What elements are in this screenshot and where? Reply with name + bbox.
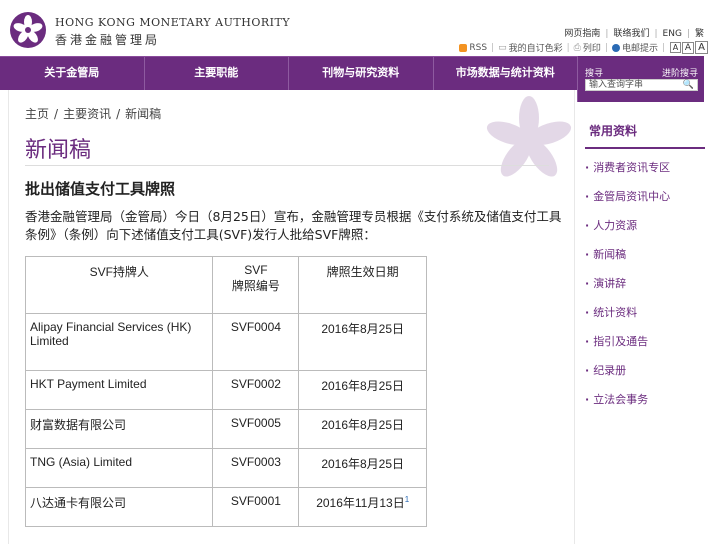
article-intro: 香港金融管理局（金管局）今日（8月25日）宣布，金融管理专员根据《支付系统及储值… bbox=[25, 209, 562, 242]
date-cell: 2016年8月25日 bbox=[298, 313, 427, 371]
date-cell: 2016年11月13日1 bbox=[298, 487, 427, 527]
site-guide-link[interactable]: 网页指南 bbox=[564, 29, 600, 39]
sidebar: 常用资料 · 消费者资讯专区 · 金管局资讯中心 · 人力资源 · 新闻稿 · 演讲辞 ·… bbox=[585, 102, 705, 422]
sidebar-item-human-resources[interactable]: · 人力资源 bbox=[585, 219, 705, 248]
english-link[interactable]: ENG bbox=[663, 29, 682, 39]
sidebar-item-label: 金管局资讯中心 bbox=[593, 190, 671, 203]
license-cell: SVF0004 bbox=[212, 313, 300, 371]
font-size-medium-button[interactable]: A bbox=[682, 41, 694, 54]
sidebar-item-label: 指引及通告 bbox=[593, 335, 649, 348]
sidebar-item-label: 纪录册 bbox=[593, 364, 627, 377]
sidebar-item-legco[interactable]: · 立法会事务 bbox=[585, 393, 705, 422]
holder-cell: 财富数据有限公司 bbox=[24, 409, 214, 449]
license-cell: SVF0005 bbox=[212, 409, 300, 449]
site-header: HONG KONG MONETARY AUTHORITY 香港金融管理局 网页指… bbox=[0, 0, 720, 56]
sidebar-item-label: 人力资源 bbox=[593, 219, 638, 232]
sidebar-item-label: 新闻稿 bbox=[593, 248, 627, 261]
article-title: 批出储值支付工具牌照 bbox=[25, 180, 176, 198]
top-links: 网页指南 | 联络我们 | ENG | 繁 bbox=[564, 29, 704, 39]
footnote-link[interactable]: 1 bbox=[405, 495, 409, 504]
brand-name-en: HONG KONG MONETARY AUTHORITY bbox=[55, 16, 291, 29]
sidebar-item-speeches[interactable]: · 演讲辞 bbox=[585, 277, 705, 306]
date-cell: 2016年8月25日 bbox=[298, 370, 427, 410]
page-title: 新闻稿 bbox=[25, 138, 92, 163]
nav-market-data[interactable]: 市场数据与统计资料 bbox=[434, 57, 578, 90]
holder-cell: TNG (Asia) Limited bbox=[24, 448, 214, 488]
title-divider bbox=[25, 165, 549, 166]
print-link[interactable]: 列印 bbox=[583, 41, 601, 54]
utility-row: RSS | ▭ 我的自订色彩 | ⎙ 列印 | 电邮提示 | A A A bbox=[459, 41, 708, 54]
nav-about[interactable]: 关于金管局 bbox=[0, 57, 145, 90]
sidebar-list: · 消费者资讯专区 · 金管局资讯中心 · 人力资源 · 新闻稿 · 演讲辞 · 统计资料 … bbox=[585, 149, 705, 422]
holder-cell: HKT Payment Limited bbox=[24, 370, 214, 410]
sidebar-item-press-releases[interactable]: · 新闻稿 bbox=[585, 248, 705, 277]
hkma-logo[interactable] bbox=[10, 12, 46, 48]
table-header-license: SVF 牌照编号 bbox=[212, 256, 300, 314]
license-cell: SVF0001 bbox=[212, 487, 300, 527]
breadcrumb-key-info[interactable]: 主要资讯 bbox=[63, 107, 111, 121]
table-header-date: 牌照生效日期 bbox=[298, 256, 427, 314]
license-cell: SVF0003 bbox=[212, 448, 300, 488]
search-panel: 搜寻 进阶搜寻 输入查询字串 🔍 bbox=[577, 56, 704, 102]
brand-name-zh: 香港金融管理局 bbox=[55, 33, 161, 47]
date-text: 2016年11月13日 bbox=[316, 496, 405, 510]
sidebar-item-label: 演讲辞 bbox=[593, 277, 627, 290]
bauhinia-watermark-icon bbox=[486, 96, 572, 177]
sidebar-item-label: 消费者资讯专区 bbox=[593, 161, 671, 174]
email-alert-link[interactable]: 电邮提示 bbox=[622, 41, 658, 54]
table-row: TNG (Asia) Limited SVF0003 2016年8月25日 bbox=[24, 448, 427, 488]
svf-license-table: SVF持牌人 SVF 牌照编号 牌照生效日期 Alipay Financial … bbox=[24, 256, 427, 527]
sidebar-item-registers[interactable]: · 纪录册 bbox=[585, 364, 705, 393]
table-row: HKT Payment Limited SVF0002 2016年8月25日 bbox=[24, 370, 427, 410]
sidebar-title: 常用资料 bbox=[585, 122, 705, 149]
holder-cell: Alipay Financial Services (HK) Limited bbox=[24, 313, 214, 371]
sidebar-item-info-centre[interactable]: · 金管局资讯中心 bbox=[585, 190, 705, 219]
nav-publications[interactable]: 刊物与研究资料 bbox=[289, 57, 434, 90]
main-content: 主页 / 主要资讯 / 新闻稿 新闻稿 批出储值支付工具牌照 香港金融管理局（金管局）今… bbox=[8, 90, 575, 544]
search-icon[interactable]: 🔍 bbox=[683, 80, 694, 90]
contact-us-link[interactable]: 联络我们 bbox=[613, 29, 649, 39]
holder-cell: 八达通卡有限公司 bbox=[24, 487, 214, 527]
advanced-search-link[interactable]: 进阶搜寻 bbox=[662, 66, 698, 79]
date-cell: 2016年8月25日 bbox=[298, 448, 427, 488]
breadcrumb-press-releases: 新闻稿 bbox=[125, 107, 162, 121]
license-cell: SVF0002 bbox=[212, 370, 300, 410]
custom-colors-link[interactable]: 我的自订色彩 bbox=[509, 41, 563, 54]
search-input[interactable]: 输入查询字串 bbox=[585, 79, 698, 91]
breadcrumb-home[interactable]: 主页 bbox=[25, 107, 49, 121]
email-alert-icon bbox=[611, 43, 620, 52]
breadcrumb: 主页 / 主要资讯 / 新闻稿 bbox=[25, 107, 162, 121]
print-icon: ⎙ bbox=[573, 42, 581, 53]
sidebar-item-consumer-corner[interactable]: · 消费者资讯专区 bbox=[585, 161, 705, 190]
table-row: 八达通卡有限公司 SVF0001 2016年11月13日1 bbox=[24, 487, 427, 527]
traditional-chinese-link[interactable]: 繁 bbox=[695, 29, 704, 39]
sidebar-item-statistics[interactable]: · 统计资料 bbox=[585, 306, 705, 335]
main-nav: 关于金管局 主要职能 刊物与研究资料 市场数据与统计资料 bbox=[0, 56, 577, 90]
table-row: Alipay Financial Services (HK) Limited S… bbox=[24, 313, 427, 371]
font-size-large-button[interactable]: A bbox=[695, 41, 708, 54]
date-cell: 2016年8月25日 bbox=[298, 409, 427, 449]
sidebar-item-label: 立法会事务 bbox=[593, 393, 649, 406]
table-row: 财富数据有限公司 SVF0005 2016年8月25日 bbox=[24, 409, 427, 449]
rss-link[interactable]: RSS bbox=[469, 43, 487, 53]
sidebar-item-guidelines[interactable]: · 指引及通告 bbox=[585, 335, 705, 364]
font-size-small-button[interactable]: A bbox=[670, 42, 681, 53]
nav-key-functions[interactable]: 主要职能 bbox=[145, 57, 289, 90]
palette-icon: ▭ bbox=[498, 42, 507, 53]
sidebar-item-label: 统计资料 bbox=[593, 306, 638, 319]
search-label: 搜寻 bbox=[585, 69, 604, 79]
rss-icon bbox=[459, 43, 468, 52]
table-header-holder: SVF持牌人 bbox=[24, 256, 214, 314]
